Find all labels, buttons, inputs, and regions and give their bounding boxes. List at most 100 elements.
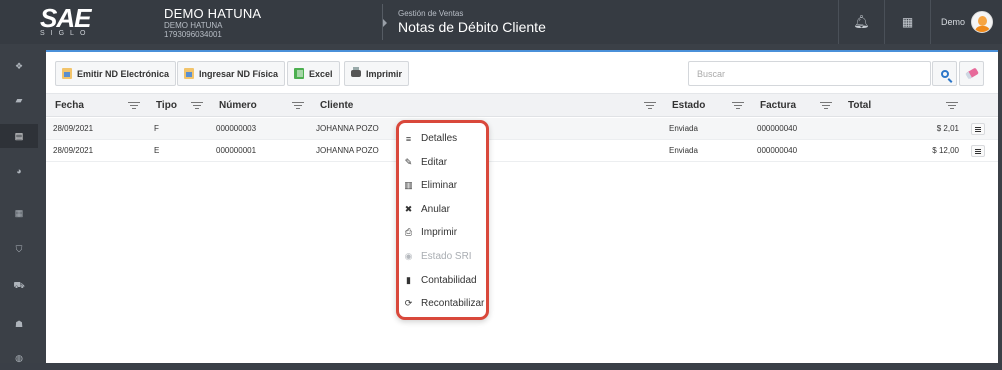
filter-icon[interactable]	[946, 102, 958, 110]
pencil-icon: ✎	[404, 156, 413, 167]
column-header-tipo[interactable]: Tipo	[156, 94, 177, 117]
filter-icon[interactable]	[292, 102, 304, 110]
context-menu-label: Imprimir	[421, 227, 458, 239]
row-menu-button[interactable]	[971, 123, 985, 135]
sidebar-item-settings[interactable]: ◍	[0, 346, 38, 370]
sidebar-item-user[interactable]: ☗	[0, 312, 38, 336]
context-menu-item-recontabilizar[interactable]: ⟳ Recontabilizar	[399, 292, 486, 315]
toolbar: Emitir ND Electrónica Ingresar ND Física…	[46, 52, 998, 94]
app-window: SAE SIGLO DEMO HATUNA DEMO HATUNA 179309…	[0, 0, 1002, 363]
cell-factura: 000000040	[757, 124, 798, 133]
context-menu-item-editar[interactable]: ✎ Editar	[399, 151, 486, 174]
page-title: Notas de Débito Cliente	[398, 19, 546, 35]
cell-tipo: F	[154, 124, 159, 133]
emit-nd-electronic-button[interactable]: Emitir ND Electrónica	[55, 61, 177, 86]
row-context-menu: ≡ Detalles ✎ Editar ▥ Eliminar ✖ Anular ⎙ Imprimi…	[396, 120, 489, 320]
sidebar-item-truck[interactable]: ▰	[0, 88, 38, 112]
search-icon	[940, 69, 949, 78]
sidebar-item-calendar[interactable]: ▦	[0, 201, 38, 225]
column-header-cliente[interactable]: Cliente	[320, 94, 353, 117]
column-header-factura[interactable]: Factura	[760, 94, 796, 117]
enter-nd-physical-label: Ingresar ND Física	[199, 68, 279, 79]
calendar-icon: ▦	[14, 207, 24, 218]
emit-nd-electronic-label: Emitir ND Electrónica	[77, 68, 170, 79]
book-icon: ▮	[406, 274, 411, 285]
search-button[interactable]	[932, 61, 957, 86]
invoice-icon: ▤	[14, 130, 24, 141]
eraser-icon	[964, 67, 979, 80]
truck-icon: ▰	[15, 94, 23, 105]
excel-icon	[294, 68, 304, 79]
excel-button[interactable]: Excel	[287, 61, 340, 86]
printer-icon	[351, 67, 361, 77]
filter-icon[interactable]	[820, 102, 832, 110]
document-icon	[184, 68, 194, 79]
apps-button[interactable]: ▦	[884, 0, 930, 44]
context-menu-item-eliminar[interactable]: ▥ Eliminar	[399, 174, 486, 197]
header-divider-arrow-icon	[383, 19, 387, 27]
company-info: DEMO HATUNA DEMO HATUNA 1793096034001	[164, 6, 261, 39]
column-header-fecha[interactable]: Fecha	[55, 94, 84, 117]
sidebar: ❖ ▰ ▤ ◕ ▦ ⛉ ⛟ ☗ ◍	[0, 44, 38, 363]
cell-numero: 000000003	[216, 124, 257, 133]
table-row[interactable]: 28/09/2021 E 000000001 JOHANNA POZO Enviada 0…	[46, 140, 998, 162]
module-heading: Gestión de Ventas Notas de Débito Client…	[398, 9, 546, 35]
search-input[interactable]: Buscar	[688, 61, 931, 86]
module-section: Gestión de Ventas	[398, 9, 464, 18]
context-menu-item-imprimir[interactable]: ⎙ Imprimir	[399, 221, 486, 244]
clear-search-button[interactable]	[959, 61, 984, 86]
shield-icon: ⛉	[15, 243, 23, 254]
printer-icon: ⎙	[404, 227, 413, 238]
sidebar-item-shield[interactable]: ⛉	[0, 237, 38, 261]
context-menu-item-contabilidad[interactable]: ▮ Contabilidad	[399, 269, 486, 292]
apps-grid-icon: ▦	[901, 15, 914, 29]
cell-total: $ 2,01	[936, 124, 959, 133]
user-icon: ☗	[14, 318, 24, 329]
sidebar-item-invoice[interactable]: ▤	[0, 124, 38, 148]
table-row[interactable]: 28/09/2021 F 000000003 JOHANNA POZO Enviada 0…	[46, 118, 998, 140]
context-menu-item-estado-sri: ◉ Estado SRI	[399, 245, 486, 268]
logo-subtext: SIGLO	[40, 30, 92, 37]
cell-numero: 000000001	[216, 146, 257, 155]
user-menu[interactable]: Demo	[930, 0, 1002, 44]
cell-estado: Enviada	[669, 124, 698, 133]
context-menu-label: Contabilidad	[421, 274, 477, 286]
document-icon	[62, 68, 72, 79]
logo[interactable]: SAE SIGLO	[40, 5, 96, 38]
sidebar-item-pie-chart[interactable]: ◕	[0, 159, 38, 183]
user-name: Demo	[941, 17, 966, 27]
cell-tipo: E	[154, 146, 160, 155]
filter-icon[interactable]	[128, 102, 140, 110]
table-header: Fecha Tipo Número Cliente Estado Factura…	[46, 94, 998, 117]
sidebar-item-dashboard[interactable]: ❖	[0, 54, 38, 78]
context-menu-item-detalles[interactable]: ≡ Detalles	[399, 127, 486, 150]
context-menu-item-anular[interactable]: ✖ Anular	[399, 198, 486, 221]
context-menu-label: Detalles	[421, 133, 458, 144]
cell-estado: Enviada	[669, 146, 698, 155]
globe-icon: ◉	[404, 251, 413, 261]
filter-icon[interactable]	[732, 102, 744, 110]
enter-nd-physical-button[interactable]: Ingresar ND Física	[177, 61, 286, 86]
hamburger-icon	[975, 127, 981, 128]
context-menu-label: Recontabilizar	[421, 298, 485, 310]
trash-icon: ▥	[404, 180, 413, 191]
column-header-total[interactable]: Total	[848, 94, 871, 117]
filter-icon[interactable]	[191, 102, 203, 110]
row-menu-button[interactable]	[971, 145, 985, 157]
bell-icon: 🔔︎	[853, 14, 870, 29]
context-menu-label: Estado SRI	[421, 251, 472, 262]
main-panel: Emitir ND Electrónica Ingresar ND Física…	[46, 50, 998, 363]
company-ruc: 1793096034001	[164, 30, 222, 39]
column-header-estado[interactable]: Estado	[672, 94, 705, 117]
sidebar-item-cart[interactable]: ⛟	[0, 274, 38, 298]
filter-icon[interactable]	[644, 102, 656, 110]
print-button[interactable]: Imprimir	[344, 61, 410, 86]
notifications-button[interactable]: 🔔︎	[838, 0, 884, 44]
cell-cliente: JOHANNA POZO	[316, 124, 379, 133]
cart-icon: ⛟	[13, 280, 25, 290]
excel-label: Excel	[309, 68, 333, 79]
column-header-numero[interactable]: Número	[219, 94, 257, 117]
avatar	[971, 11, 994, 33]
dashboard-icon: ❖	[14, 60, 24, 71]
x-icon: ✖	[404, 203, 413, 214]
